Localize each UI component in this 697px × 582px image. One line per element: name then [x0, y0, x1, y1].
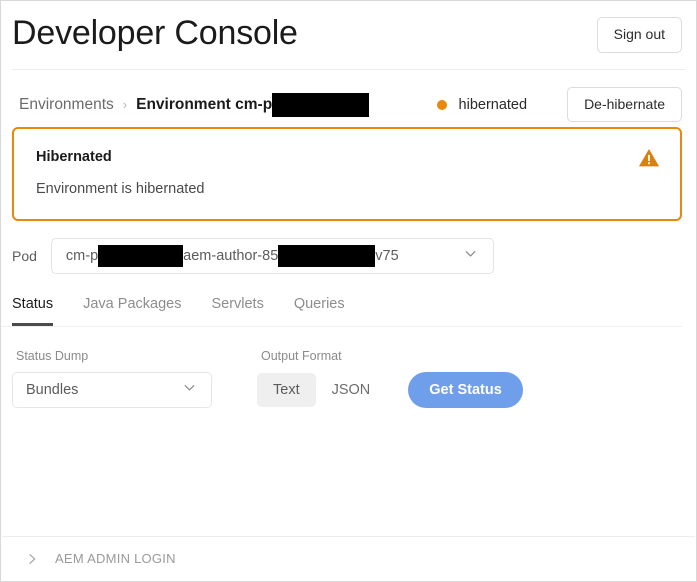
alert-message: Environment is hibernated: [36, 181, 205, 197]
tab-servlets[interactable]: Servlets: [211, 296, 263, 326]
page-title: Developer Console: [12, 14, 298, 52]
redacted-pod-segment-1: [98, 245, 184, 267]
pod-value-suffix: v75: [375, 248, 399, 264]
warning-triangle-icon: [638, 147, 660, 169]
redacted-pod-segment-2: [278, 245, 376, 267]
breadcrumb-row: Environments › Environment cm-p hibernat…: [1, 70, 696, 123]
status-dump-value: Bundles: [26, 382, 79, 398]
output-format-json-button[interactable]: JSON: [316, 373, 387, 407]
output-format-label: Output Format: [261, 349, 342, 363]
redacted-environment-id: [272, 92, 370, 117]
chevron-right-icon: [24, 551, 40, 567]
breadcrumb-current-text: Environment cm-p: [136, 95, 273, 113]
app-header: Developer Console Sign out: [1, 1, 696, 69]
breadcrumb-current-environment: Environment cm-p: [136, 92, 370, 117]
pod-select[interactable]: cm-p aem-author-85 v75: [50, 238, 494, 274]
pod-selector-row: Pod cm-p aem-author-85 v75: [1, 221, 696, 274]
developer-console-page: Developer Console Sign out Environments …: [0, 0, 697, 582]
console-tabs: Status Java Packages Servlets Queries: [1, 274, 682, 327]
sign-out-button[interactable]: Sign out: [596, 17, 682, 53]
tab-java-packages[interactable]: Java Packages: [83, 296, 181, 326]
breadcrumb-item-environments[interactable]: Environments: [19, 96, 114, 114]
pod-select-value: cm-p aem-author-85 v75: [66, 245, 452, 267]
status-badge-label: hibernated: [458, 96, 528, 113]
output-format-field: Output Format Text JSON Get Status: [257, 349, 523, 408]
status-dump-select[interactable]: Bundles: [12, 372, 212, 408]
aem-admin-login-accordion[interactable]: AEM ADMIN LOGIN: [2, 536, 695, 580]
pod-value-middle: aem-author-85: [183, 248, 279, 264]
tab-queries[interactable]: Queries: [294, 296, 345, 326]
output-format-text-button[interactable]: Text: [257, 373, 316, 407]
status-dump-label: Status Dump: [16, 349, 89, 363]
de-hibernate-button[interactable]: De-hibernate: [567, 86, 682, 123]
alert-title: Hibernated: [36, 149, 112, 165]
environment-status-badge: hibernated: [436, 96, 528, 113]
chevron-down-icon: [181, 379, 198, 401]
hibernated-alert-banner: Hibernated Environment is hibernated: [12, 127, 682, 221]
aem-admin-login-label: AEM ADMIN LOGIN: [55, 551, 176, 566]
pod-label: Pod: [12, 248, 37, 264]
chevron-down-icon: [462, 245, 479, 267]
get-status-button[interactable]: Get Status: [408, 372, 523, 408]
status-controls: Status Dump Bundles Output Format Text J…: [1, 327, 696, 408]
status-dump-field: Status Dump Bundles: [12, 349, 212, 408]
tab-status[interactable]: Status: [12, 296, 54, 326]
status-dot-icon: [436, 99, 447, 110]
breadcrumb-separator-icon: ›: [122, 97, 128, 112]
pod-value-prefix: cm-p: [65, 248, 99, 264]
